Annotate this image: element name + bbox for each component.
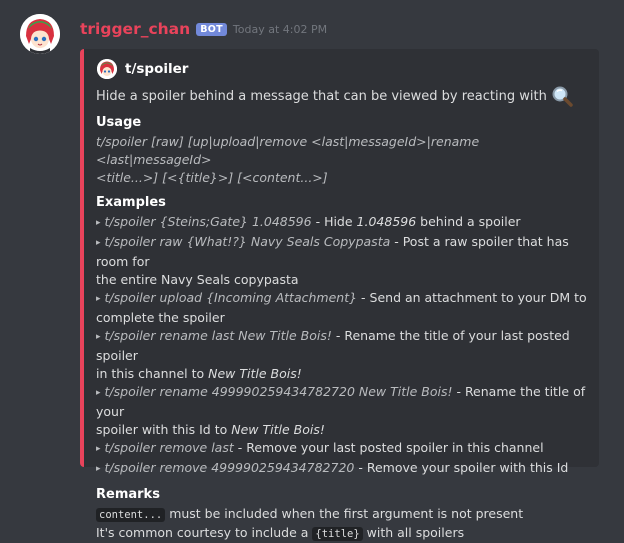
field-usage-title: Usage [96,115,142,130]
example-separator: - [233,440,247,455]
bullet-icon: ▸ [96,332,101,342]
example-command: t/spoiler raw {What!?} Navy Seals Copypa… [104,234,391,249]
example-command: t/spoiler rename 499990259434782720 New … [104,384,453,399]
example-item-continuation: in this channel to New Title Bois! [96,365,589,383]
message-timestamp: Today at 4:02 PM [232,22,328,36]
example-description: Send an attachment to your DM to [369,290,587,305]
example-item-continuation: complete the spoiler [96,310,225,325]
bullet-icon: ▸ [96,238,101,248]
example-separator: - [354,460,367,475]
example-emphasis: 1.048596 [356,214,417,229]
example-description: Remove your last posted spoiler in this … [246,440,544,455]
embed-author-name: t/spoiler [125,61,189,77]
example-separator: - [357,290,370,305]
example-description: in this channel to [96,366,209,381]
example-emphasis: New Title Bois! [231,422,325,437]
example-description: spoiler with this Id to [96,422,232,437]
example-emphasis: New Title Bois! [208,366,302,381]
remark-text: It's common courtesy to include a [96,525,313,540]
bullet-icon: ▸ [96,218,101,228]
inline-code: content... [96,508,166,522]
field-examples-title: Examples [96,195,166,210]
example-separator: - [311,214,325,229]
remark-line: It's common courtesy to include a {title… [96,524,589,543]
field-remarks-value: content... must be included when the fir… [96,505,589,543]
bullet-icon: ▸ [96,388,101,398]
help-embed: t/spoiler Hide a spoiler behind a messag… [80,49,599,541]
example-item: ▸ t/spoiler rename last New Title Bois! -… [96,327,589,365]
username[interactable]: trigger_chan [80,20,190,38]
author-avatar-icon [97,59,117,79]
field-usage-value: t/spoiler [raw] [up|upload|remove <last|… [96,133,589,187]
example-command: t/spoiler remove last [104,440,234,455]
inline-code: {title} [312,527,363,541]
remark-text: must be included when the first argument… [165,506,524,521]
example-item: ▸ t/spoiler raw {What!?} Navy Seals Copyp… [96,233,589,271]
usage-line-2: <title...>] [<{title}>] [<content...>] [96,170,328,185]
bullet-icon: ▸ [96,444,101,454]
user-avatar[interactable] [20,14,60,54]
bullet-icon: ▸ [96,464,101,474]
message-header: trigger_chan BOT Today at 4:02 PM [80,18,327,40]
example-item: ▸ t/spoiler remove last - Remove your las… [96,439,589,459]
example-item: ▸ t/spoiler remove 499990259434782720 - R… [96,459,589,479]
example-description: Hide [324,214,357,229]
remark-text: with all spoilers [362,525,465,540]
example-item-continuation: the entire Navy Seals copypasta [96,272,299,287]
example-command: t/spoiler rename last New Title Bois! [104,328,332,343]
example-separator: - [390,234,403,249]
anime-girl-avatar-icon [20,14,60,54]
embed-description-text: Hide a spoiler behind a message that can… [96,88,547,104]
bullet-icon: ▸ [96,294,101,304]
example-separator: - [452,384,465,399]
example-item: ▸ t/spoiler upload {Incoming Attachment} … [96,289,589,309]
remark-line: content... must be included when the fir… [96,505,589,524]
example-item: ▸ t/spoiler {Steins;Gate} 1.048596 - Hide… [96,213,589,233]
field-examples-value: ▸ t/spoiler {Steins;Gate} 1.048596 - Hide… [96,213,589,479]
example-description: Remove your spoiler with this Id [366,460,569,475]
example-item: ▸ t/spoiler rename 499990259434782720 New… [96,383,589,421]
embed-author: t/spoiler [96,58,589,80]
bot-tag-badge: BOT [196,22,227,36]
example-command: t/spoiler remove 499990259434782720 [104,460,355,475]
example-command: t/spoiler {Steins;Gate} 1.048596 [104,214,312,229]
example-command: t/spoiler upload {Incoming Attachment} [104,290,358,305]
example-description: behind a spoiler [416,214,521,229]
example-item-continuation: spoiler with this Id to New Title Bois! [96,421,589,439]
embed-description: Hide a spoiler behind a message that can… [96,85,589,107]
example-separator: - [331,328,345,343]
usage-line-1: t/spoiler [raw] [up|upload|remove <last|… [96,134,480,167]
field-remarks-title: Remarks [96,487,160,502]
magnifying-glass-icon [551,85,573,107]
